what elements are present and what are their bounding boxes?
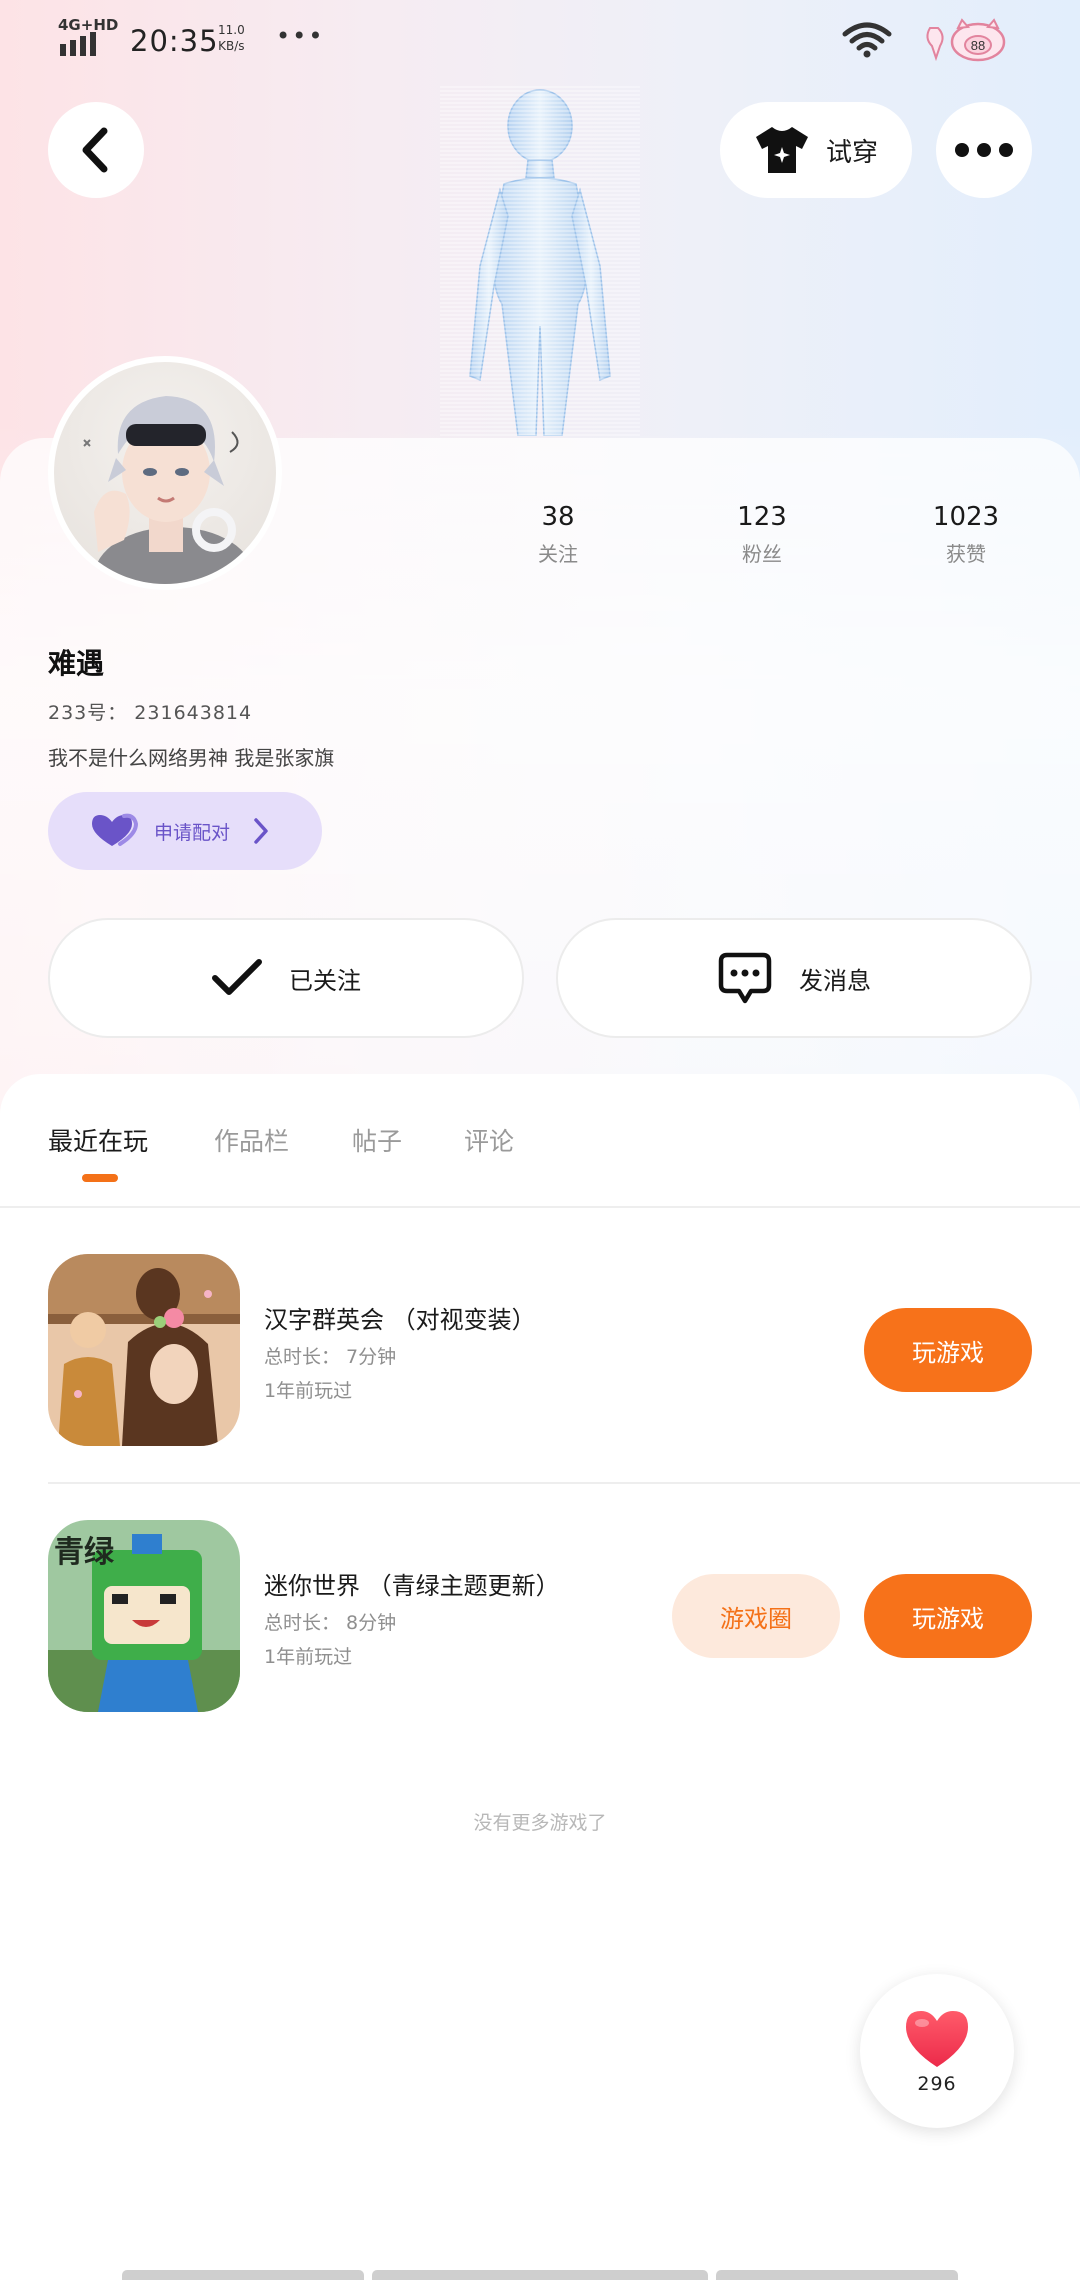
request-pair-label: 申请配对 — [154, 821, 231, 844]
game-list-item[interactable]: 青绿 迷你世界 （青绿主题更新） 总时长： 8分钟 1年前玩过 游戏圈 玩游戏 — [48, 1520, 1080, 1716]
request-pair-button[interactable]: 申请配对 — [48, 792, 322, 870]
game-icon: 青绿 — [48, 1520, 240, 1712]
status-overflow-icon: ••• — [276, 22, 325, 50]
stat-value: 123 — [737, 502, 787, 532]
stat-label: 获赞 — [946, 542, 986, 566]
stat-value: 38 — [541, 502, 575, 532]
row-divider — [48, 1482, 1080, 1484]
more-options-button[interactable] — [936, 102, 1032, 198]
signal-icon — [60, 32, 96, 56]
user-id: 233号： 231643814 — [48, 702, 253, 724]
try-on-label: 试穿 — [825, 137, 878, 168]
gesture-bar-segment — [122, 2270, 364, 2280]
wifi-icon — [842, 22, 892, 58]
stat-following[interactable]: 38 关注 — [488, 502, 628, 567]
gesture-bar-segment — [372, 2270, 708, 2280]
gesture-bar-segment — [716, 2270, 958, 2280]
nickname: 难遇 — [48, 647, 105, 680]
bio: 我不是什么网络男神 我是张家旗 — [48, 746, 335, 770]
chat-bubble-icon — [718, 952, 772, 1004]
network-speed: 11.0 KB/s — [218, 22, 245, 54]
game-title: 汉字群英会 （对视变装） — [264, 1306, 536, 1334]
tshirt-icon — [755, 127, 808, 173]
back-button[interactable] — [48, 102, 144, 198]
try-on-button[interactable]: 试穿 — [720, 102, 912, 198]
stat-label: 粉丝 — [742, 542, 782, 566]
heart-icon — [906, 2011, 968, 2067]
pet-battery-icon: 88 — [926, 18, 1006, 62]
tab-works[interactable]: 作品栏 — [214, 1122, 289, 1158]
like-button[interactable]: 296 — [860, 1974, 1014, 2128]
tab-recently-played[interactable]: 最近在玩 — [48, 1122, 148, 1158]
tab-comments[interactable]: 评论 — [464, 1122, 514, 1158]
send-message-button[interactable]: 发消息 — [556, 918, 1032, 1038]
game-duration: 总时长： 7分钟 — [264, 1346, 397, 1368]
stat-label: 关注 — [538, 542, 578, 566]
send-message-label: 发消息 — [799, 966, 871, 995]
stat-likes[interactable]: 1023 获赞 — [896, 502, 1036, 567]
stat-followers[interactable]: 123 粉丝 — [692, 502, 832, 567]
chevron-left-icon — [82, 127, 108, 173]
checkmark-icon — [212, 959, 262, 995]
chevron-right-icon — [254, 818, 268, 844]
tab-divider — [0, 1206, 1080, 1208]
game-list-item[interactable]: 汉字群英会 （对视变装） 总时长： 7分钟 1年前玩过 玩游戏 — [48, 1254, 1080, 1450]
speed-value: 11.0 — [218, 23, 245, 37]
following-label: 已关注 — [289, 966, 361, 995]
game-icon — [48, 1254, 240, 1446]
active-tab-indicator — [82, 1174, 118, 1182]
clock: 20:35 — [130, 24, 219, 58]
more-horizontal-icon — [955, 143, 1013, 157]
speed-unit: KB/s — [218, 39, 245, 53]
game-icon-text: 青绿 — [54, 1535, 115, 1570]
avatar-illustration — [83, 396, 254, 584]
stat-value: 1023 — [932, 502, 1000, 532]
game-title: 迷你世界 （青绿主题更新） — [264, 1572, 560, 1600]
battery-level: 88 — [971, 38, 985, 53]
following-button[interactable]: 已关注 — [48, 918, 524, 1038]
status-bar: 4G+HD 20:35 11.0 KB/s ••• 88 — [0, 0, 1080, 80]
avatar-3d-model — [440, 86, 640, 436]
game-circle-button[interactable]: 游戏圈 — [672, 1574, 840, 1658]
avatar[interactable] — [48, 356, 282, 590]
double-heart-icon — [92, 813, 138, 846]
game-last-played: 1年前玩过 — [264, 1380, 353, 1402]
game-duration: 总时长： 8分钟 — [264, 1612, 397, 1634]
tab-posts[interactable]: 帖子 — [352, 1122, 402, 1158]
play-game-button[interactable]: 玩游戏 — [864, 1574, 1032, 1658]
no-more-games-text: 没有更多游戏了 — [473, 1812, 607, 1834]
game-art-hanzi — [48, 1254, 240, 1446]
game-last-played: 1年前玩过 — [264, 1646, 353, 1668]
like-count: 296 — [917, 2073, 957, 2095]
game-art-mini-world: 青绿 — [48, 1520, 240, 1712]
play-game-button[interactable]: 玩游戏 — [864, 1308, 1032, 1392]
